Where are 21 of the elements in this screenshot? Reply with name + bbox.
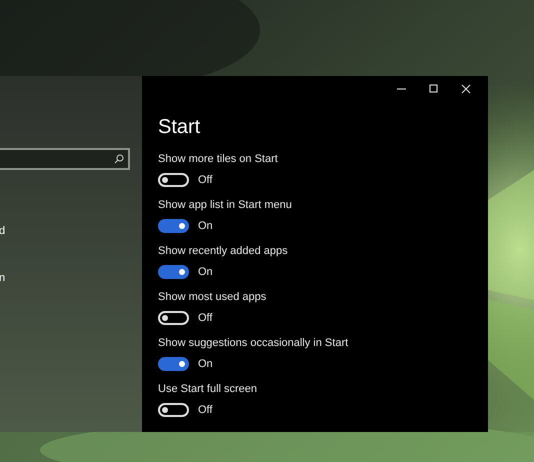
search-field[interactable]: [0, 148, 130, 170]
page-title: Start: [158, 115, 202, 139]
toggle-switch[interactable]: [158, 357, 189, 371]
toggle-state: On: [198, 220, 213, 232]
setting-label: Show most used apps: [158, 291, 268, 304]
toggle-state: On: [198, 358, 213, 370]
toggle-switch[interactable]: [158, 265, 189, 279]
toggle-switch[interactable]: [158, 219, 189, 233]
toggle-state: Off: [198, 174, 212, 186]
setting-label: Show recently added apps: [158, 245, 289, 258]
toggle-state: Off: [198, 404, 212, 416]
toggle-state: On: [198, 266, 213, 278]
setting-label: Show more tiles on Start: [158, 153, 279, 166]
setting-label: Use Start full screen: [158, 383, 258, 396]
close-icon: [461, 84, 471, 94]
maximize-icon: [429, 84, 439, 94]
setting-label: Show app list in Start menu: [158, 199, 293, 212]
search-icon: [114, 154, 124, 164]
nav-item[interactable]: n: [0, 271, 6, 285]
toggle-state: Off: [198, 312, 212, 324]
setting-label: Show suggestions occasionally in Start: [158, 337, 350, 350]
